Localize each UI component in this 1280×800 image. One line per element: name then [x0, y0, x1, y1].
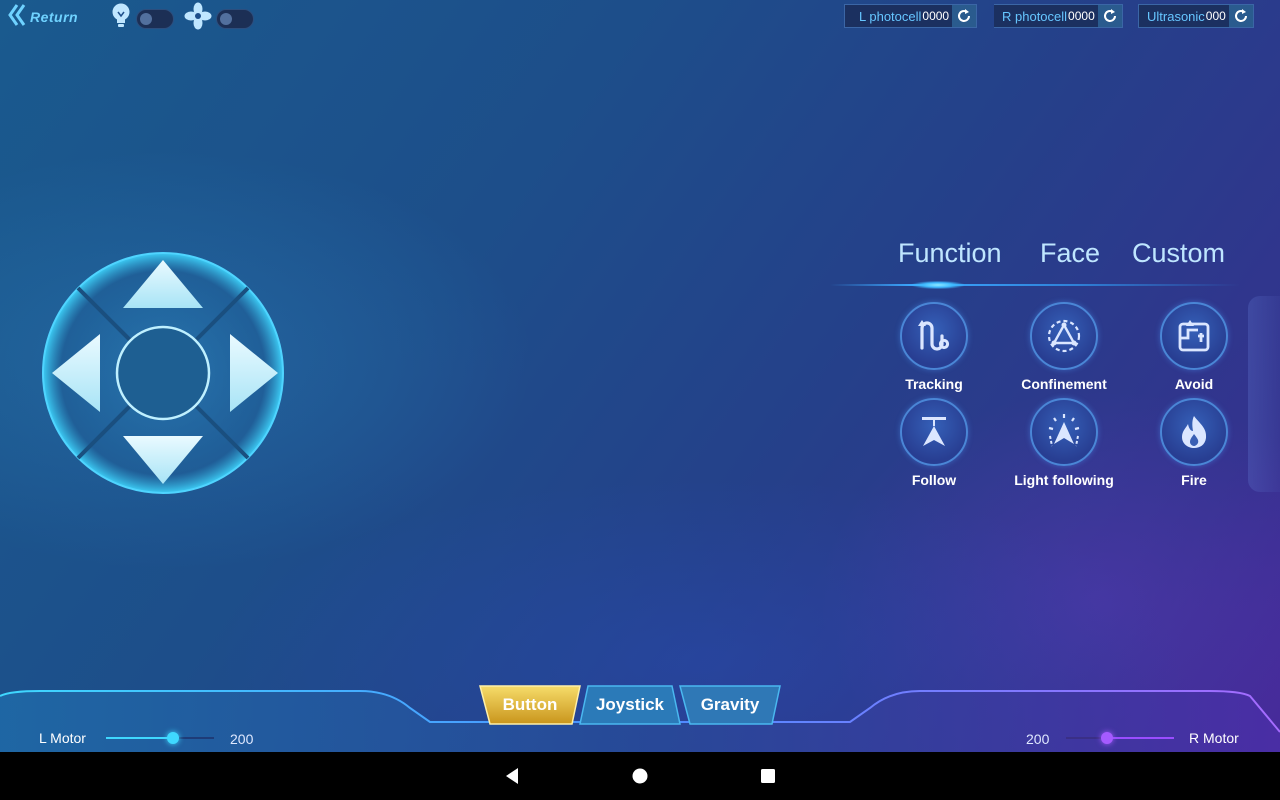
side-drawer-handle[interactable]: [1248, 296, 1280, 492]
function-confinement[interactable]: Confinement: [994, 302, 1134, 392]
sensor-r-photocell: R photocell 0000: [994, 4, 1123, 28]
fan-toggle-group: [184, 2, 254, 35]
fire-button[interactable]: [1160, 398, 1228, 466]
return-label: Return: [30, 9, 79, 25]
dpad-center[interactable]: [115, 325, 211, 421]
tab-face[interactable]: Face: [1040, 238, 1100, 269]
left-motor-value: 200: [230, 731, 254, 747]
mode-tab-label: Gravity: [700, 695, 760, 714]
light-toggle-group: [110, 2, 174, 35]
function-label: Avoid: [1174, 376, 1214, 392]
refresh-button[interactable]: [952, 5, 977, 27]
function-label: Light following: [1014, 472, 1114, 488]
sensor-value: 000: [1205, 9, 1226, 23]
mode-tab-gravity[interactable]: Gravity: [678, 684, 782, 726]
confinement-button[interactable]: [1030, 302, 1098, 370]
left-motor-label: L Motor: [39, 730, 86, 746]
lightbulb-icon: [110, 2, 132, 35]
right-motor-slider-knob[interactable]: [1101, 732, 1114, 744]
fan-icon: [184, 2, 212, 35]
sensor-label: L photocell: [859, 8, 922, 24]
refresh-button[interactable]: [1228, 5, 1253, 27]
tab-custom[interactable]: Custom: [1132, 238, 1225, 269]
system-nav-bar: [0, 752, 1280, 800]
function-label: Follow: [911, 472, 957, 488]
recents-square-icon: [761, 769, 775, 783]
function-label: Fire: [1181, 472, 1207, 488]
follow-button[interactable]: [900, 398, 968, 466]
tab-function[interactable]: Function: [898, 238, 1002, 269]
confinement-icon: [1047, 319, 1081, 353]
sensor-label: R photocell: [1002, 8, 1068, 24]
right-motor-label: R Motor: [1189, 730, 1239, 746]
sensor-value: 0000: [1068, 9, 1095, 23]
refresh-icon: [958, 9, 971, 22]
switch-knob: [140, 12, 152, 25]
right-motor-slider-fill: [1107, 737, 1174, 739]
mode-tab-joystick[interactable]: Joystick: [578, 684, 682, 726]
mode-tab-button[interactable]: Button: [478, 684, 582, 726]
tab-underline: [830, 284, 1240, 286]
follow-icon: [922, 417, 946, 446]
refresh-icon: [1234, 9, 1247, 22]
sensor-ultrasonic: Ultrasonic 000: [1138, 4, 1254, 28]
function-label: Tracking: [905, 376, 963, 392]
function-follow[interactable]: Follow: [864, 398, 1004, 488]
mode-tab-label: Button: [502, 695, 558, 714]
function-fire[interactable]: Fire: [1124, 398, 1264, 488]
function-tracking[interactable]: Tracking: [864, 302, 1004, 392]
light-switch[interactable]: [136, 8, 174, 29]
function-light-following[interactable]: Light following: [994, 398, 1134, 488]
recents-button[interactable]: [738, 752, 798, 800]
function-avoid[interactable]: Avoid: [1124, 302, 1264, 392]
switch-knob: [220, 12, 232, 25]
fire-icon: [1182, 416, 1207, 448]
tracking-button[interactable]: [900, 302, 968, 370]
light-following-button[interactable]: [1030, 398, 1098, 466]
sensor-l-photocell: L photocell 0000: [844, 4, 978, 28]
active-tab-indicator: [912, 281, 964, 289]
right-motor-value: 200: [1026, 731, 1050, 747]
left-motor-slider-knob[interactable]: [166, 732, 179, 744]
back-triangle-icon: [506, 768, 518, 784]
light-following-icon: [1048, 414, 1080, 447]
return-button[interactable]: Return: [8, 3, 78, 31]
sensor-label: Ultrasonic: [1147, 8, 1205, 24]
sensor-value: 0000: [922, 9, 950, 23]
refresh-icon: [1103, 9, 1116, 22]
tracking-icon: [918, 320, 950, 351]
function-label: Confinement: [1021, 376, 1107, 392]
left-motor-slider-fill: [106, 737, 173, 739]
home-button[interactable]: [610, 752, 670, 800]
home-circle-icon: [632, 768, 648, 784]
fan-switch[interactable]: [216, 8, 254, 29]
double-chevron-left-icon: [8, 3, 26, 32]
avoid-icon: [1178, 320, 1210, 352]
avoid-button[interactable]: [1160, 302, 1228, 370]
back-button[interactable]: [482, 752, 542, 800]
mode-tab-label: Joystick: [595, 695, 665, 714]
direction-pad: [40, 250, 286, 496]
refresh-button[interactable]: [1097, 5, 1122, 27]
